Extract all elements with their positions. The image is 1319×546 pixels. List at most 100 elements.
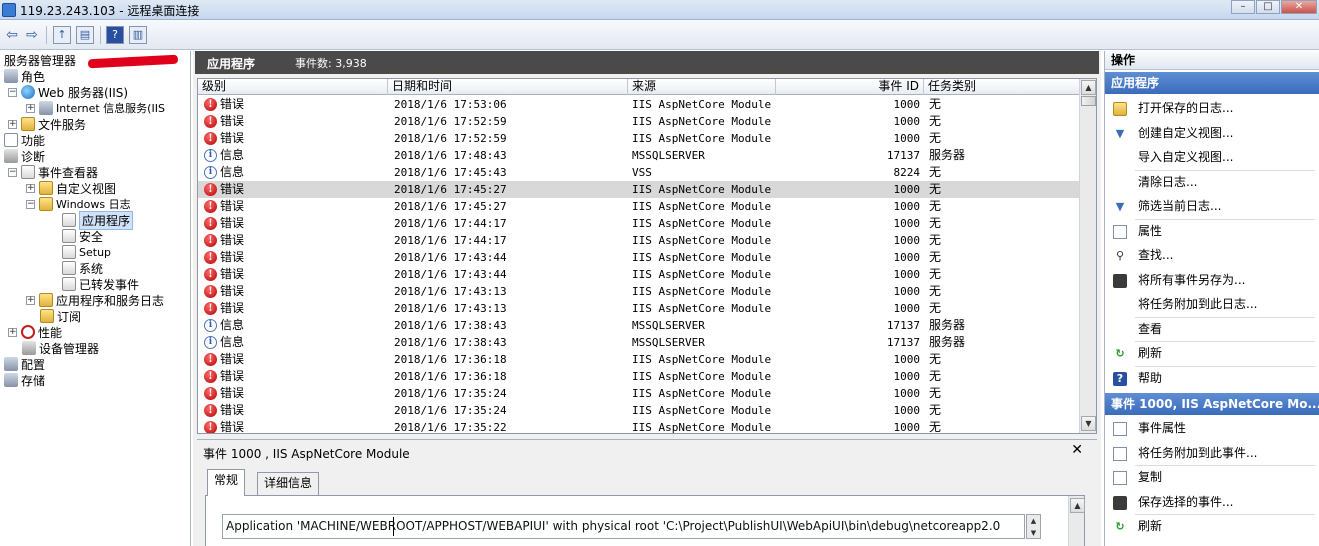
expand-icon[interactable]: +: [26, 103, 35, 113]
table-row[interactable]: ! 错误 2018/1/6 17:35:24 IIS AspNetCore Modul…: [198, 385, 1080, 402]
table-row[interactable]: ! 错误 2018/1/6 17:44:17 IIS AspNetCore Modul…: [198, 232, 1080, 249]
scroll-down-icon[interactable]: ▼: [1081, 416, 1096, 431]
tree-item-forwarded-events[interactable]: 已转发事件: [62, 276, 139, 292]
remote-desktop-icon: [2, 3, 16, 17]
forward-arrow-icon[interactable]: ⇨: [22, 25, 42, 45]
action-item[interactable]: 查看: [1105, 318, 1319, 341]
scroll-down-icon[interactable]: ▼: [1027, 527, 1040, 539]
table-row[interactable]: i 信息 2018/1/6 17:38:43 MSSQLSERVER 17137 服务器: [198, 334, 1080, 351]
expand-icon[interactable]: +: [8, 327, 17, 337]
column-header-task[interactable]: 任务类别: [924, 79, 1080, 95]
action-item[interactable]: 导入自定义视图...: [1105, 146, 1319, 169]
scroll-up-icon[interactable]: ▲: [1070, 498, 1085, 513]
column-header-event-id[interactable]: 事件 ID: [776, 79, 924, 95]
collapse-icon[interactable]: −: [8, 167, 17, 177]
action-item[interactable]: ▼ 筛选当前日志...: [1105, 195, 1319, 218]
message-scroll[interactable]: ▲ ▼: [1026, 514, 1041, 539]
table-row[interactable]: ! 错误 2018/1/6 17:35:24 IIS AspNetCore Modul…: [198, 402, 1080, 419]
table-row[interactable]: i 信息 2018/1/6 17:45:43 VSS 8224 无: [198, 164, 1080, 181]
tree-item-roles[interactable]: 角色: [4, 68, 45, 84]
log-icon: [62, 229, 76, 243]
collapse-icon[interactable]: −: [26, 199, 35, 209]
tree-label: 配置: [21, 357, 46, 372]
expand-icon[interactable]: +: [8, 119, 17, 129]
action-item[interactable]: ↻ 刷新: [1105, 515, 1319, 538]
actions-section-application[interactable]: 应用程序: [1105, 72, 1319, 94]
tree-item-system[interactable]: 系统: [62, 260, 103, 276]
actions-section-event[interactable]: 事件 1000, IIS AspNetCore Mo...: [1105, 393, 1319, 415]
show-hide-tree-icon[interactable]: ▤: [76, 26, 94, 44]
tree-item-storage[interactable]: 存储: [4, 372, 45, 388]
table-scrollbar[interactable]: ▲ ▼: [1079, 79, 1096, 433]
table-row[interactable]: ! 错误 2018/1/6 17:52:59 IIS AspNetCore Modul…: [198, 130, 1080, 147]
tree-item-application[interactable]: 应用程序: [62, 210, 134, 230]
action-item[interactable]: ↻ 刷新: [1105, 342, 1319, 365]
action-item[interactable]: 将任务附加到此日志...: [1105, 293, 1319, 316]
table-row[interactable]: ! 错误 2018/1/6 17:44:17 IIS AspNetCore Modul…: [198, 215, 1080, 232]
table-row[interactable]: i 信息 2018/1/6 17:38:43 MSSQLSERVER 17137 服务器: [198, 317, 1080, 334]
table-row[interactable]: ! 错误 2018/1/6 17:36:18 IIS AspNetCore Modul…: [198, 351, 1080, 368]
tree-item-iis[interactable]: + Internet 信息服务(IIS: [26, 100, 165, 116]
action-item[interactable]: 将所有事件另存为...: [1105, 269, 1319, 292]
table-row[interactable]: ! 错误 2018/1/6 17:43:44 IIS AspNetCore Modul…: [198, 266, 1080, 283]
action-item[interactable]: 将任务附加到此事件...: [1105, 442, 1319, 465]
up-folder-icon[interactable]: ↑: [53, 26, 71, 44]
collapse-icon[interactable]: −: [8, 87, 17, 97]
maximize-button[interactable]: □: [1256, 0, 1280, 14]
table-row[interactable]: ! 错误 2018/1/6 17:45:27 IIS AspNetCore Modul…: [198, 181, 1080, 198]
column-header-level[interactable]: 级别: [198, 79, 388, 95]
table-row[interactable]: ! 错误 2018/1/6 17:52:59 IIS AspNetCore Modul…: [198, 113, 1080, 130]
table-row[interactable]: ! 错误 2018/1/6 17:43:44 IIS AspNetCore Modul…: [198, 249, 1080, 266]
back-arrow-icon[interactable]: ⇦: [2, 25, 22, 45]
tree-item-file-services[interactable]: + 文件服务: [8, 116, 86, 132]
action-item[interactable]: 事件属性: [1105, 417, 1319, 440]
tree-item-security[interactable]: 安全: [62, 228, 103, 244]
table-row[interactable]: ! 错误 2018/1/6 17:53:06 IIS AspNetCore Modul…: [198, 96, 1080, 113]
column-header-datetime[interactable]: 日期和时间: [388, 79, 628, 95]
action-item[interactable]: 保存选择的事件...: [1105, 491, 1319, 514]
table-row[interactable]: ! 错误 2018/1/6 17:43:13 IIS AspNetCore Modul…: [198, 300, 1080, 317]
tree-item-custom-views[interactable]: + 自定义视图: [26, 180, 116, 196]
event-id-cell: 1000: [893, 387, 921, 400]
action-item[interactable]: ⚲ 查找...: [1105, 244, 1319, 267]
show-hide-action-pane-icon[interactable]: ▥: [129, 26, 147, 44]
detail-scrollbar[interactable]: ▲: [1068, 496, 1085, 546]
action-item[interactable]: 复制: [1105, 466, 1319, 489]
scroll-thumb[interactable]: [1081, 96, 1096, 106]
close-icon[interactable]: ✕: [1071, 442, 1083, 458]
tab-general[interactable]: 常规: [207, 469, 246, 496]
tree-item-server-manager[interactable]: 服务器管理器: [4, 52, 76, 68]
expand-icon[interactable]: +: [26, 295, 35, 305]
minimize-button[interactable]: –: [1231, 0, 1255, 14]
table-row[interactable]: ! 错误 2018/1/6 17:45:27 IIS AspNetCore Modul…: [198, 198, 1080, 215]
tree-item-performance[interactable]: + 性能: [8, 324, 62, 340]
action-item[interactable]: 属性: [1105, 220, 1319, 243]
tree-item-features[interactable]: 功能: [4, 132, 45, 148]
tree-item-device-manager[interactable]: 设备管理器: [22, 340, 99, 356]
tree-item-app-service-logs[interactable]: + 应用程序和服务日志: [26, 292, 164, 308]
action-item[interactable]: ? 帮助: [1105, 367, 1319, 390]
action-item[interactable]: 打开保存的日志...: [1105, 97, 1319, 120]
table-row[interactable]: ! 错误 2018/1/6 17:36:18 IIS AspNetCore Modul…: [198, 368, 1080, 385]
tree-label: Setup: [79, 245, 112, 259]
table-row[interactable]: ! 错误 2018/1/6 17:35:22 IIS AspNetCore Modul…: [198, 419, 1080, 433]
column-header-source[interactable]: 来源: [628, 79, 776, 95]
table-row[interactable]: ! 错误 2018/1/6 17:43:13 IIS AspNetCore Modul…: [198, 283, 1080, 300]
tree-item-diagnostics[interactable]: 诊断: [4, 148, 45, 164]
action-item[interactable]: ▼ 创建自定义视图...: [1105, 122, 1319, 145]
tree-item-configuration[interactable]: 配置: [4, 356, 45, 372]
scroll-up-icon[interactable]: ▲: [1081, 80, 1096, 95]
expand-icon[interactable]: +: [26, 183, 35, 193]
event-message[interactable]: Application 'MACHINE/WEBROOT/APPHOST/WEB…: [222, 514, 1025, 539]
tree-item-subscriptions[interactable]: 订阅: [40, 308, 81, 324]
tree-item-setup[interactable]: Setup: [62, 244, 111, 260]
tree-item-web-server[interactable]: − Web 服务器(IIS): [8, 84, 128, 100]
action-item[interactable]: 清除日志...: [1105, 171, 1319, 194]
tab-details[interactable]: 详细信息: [257, 472, 320, 495]
table-row[interactable]: i 信息 2018/1/6 17:48:43 MSSQLSERVER 17137 服务器: [198, 147, 1080, 164]
tree-item-event-viewer[interactable]: − 事件查看器: [8, 164, 98, 180]
scroll-up-icon[interactable]: ▲: [1027, 515, 1040, 527]
close-button[interactable]: ✕: [1281, 0, 1317, 14]
help-icon[interactable]: ?: [106, 26, 124, 44]
action-label: 打开保存的日志...: [1138, 101, 1234, 115]
